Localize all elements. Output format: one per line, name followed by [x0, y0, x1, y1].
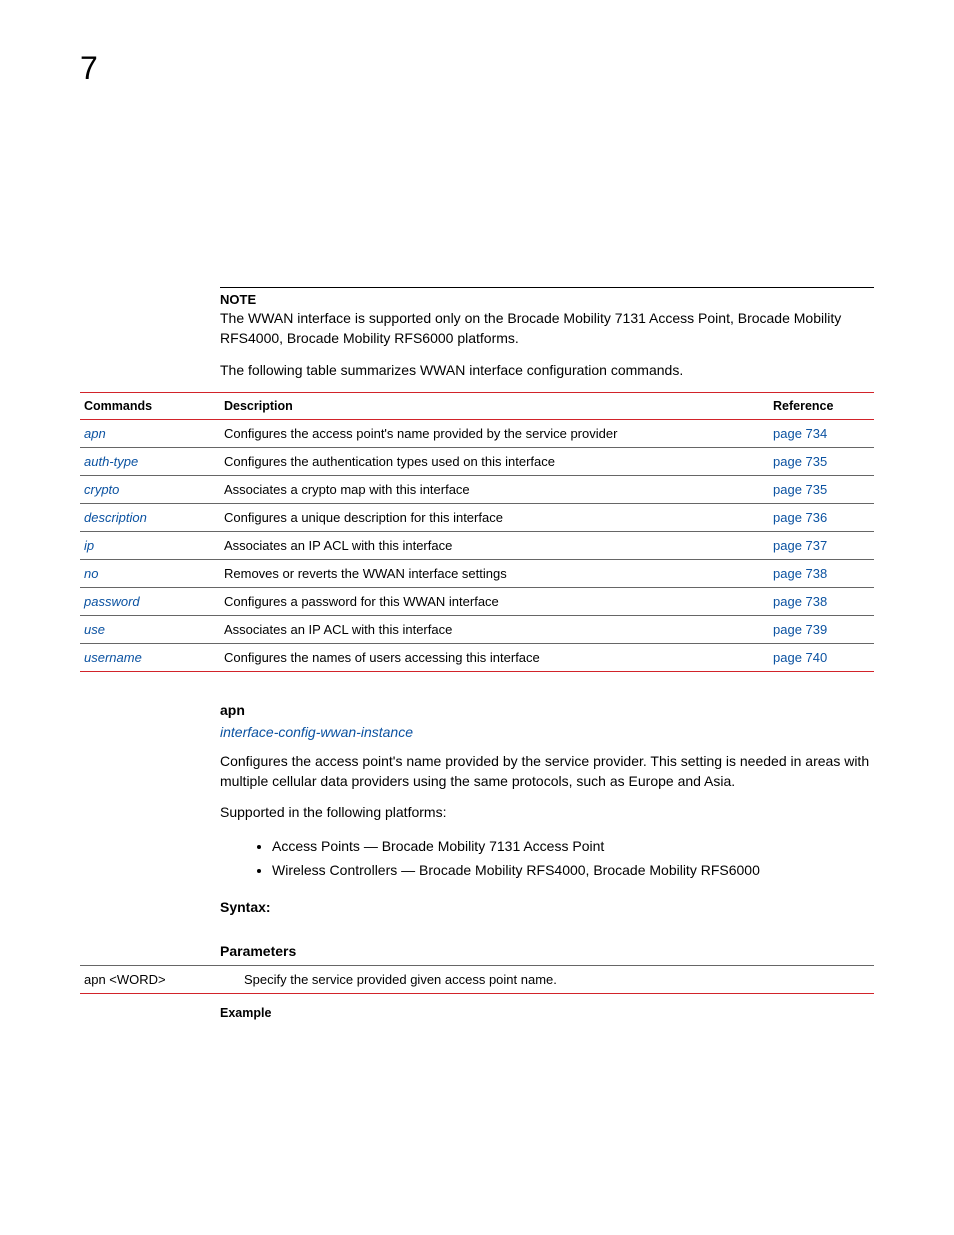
ref-link[interactable]: page 739 — [773, 622, 827, 637]
cmd-desc: Configures the authentication types used… — [220, 448, 769, 476]
ref-link[interactable]: page 734 — [773, 426, 827, 441]
cmd-link-apn[interactable]: apn — [84, 426, 106, 441]
list-item: Wireless Controllers — Brocade Mobility … — [272, 859, 874, 883]
apn-heading: apn — [220, 702, 874, 718]
ref-link[interactable]: page 740 — [773, 650, 827, 665]
th-commands: Commands — [80, 393, 220, 420]
table-row: apn <WORD> Specify the service provided … — [80, 965, 874, 993]
th-description: Description — [220, 393, 769, 420]
ref-link[interactable]: page 735 — [773, 482, 827, 497]
cmd-desc: Configures the names of users accessing … — [220, 644, 769, 672]
table-row: username Configures the names of users a… — [80, 644, 874, 672]
param-name: apn <WORD> — [80, 965, 240, 993]
note-rule — [220, 287, 874, 288]
ref-link[interactable]: page 738 — [773, 566, 827, 581]
cmd-link-username[interactable]: username — [84, 650, 142, 665]
supported-intro: Supported in the following platforms: — [220, 803, 874, 823]
table-row: password Configures a password for this … — [80, 588, 874, 616]
table-row: description Configures a unique descript… — [80, 504, 874, 532]
th-reference: Reference — [769, 393, 874, 420]
cmd-link-no[interactable]: no — [84, 566, 98, 581]
table-row: ip Associates an IP ACL with this interf… — [80, 532, 874, 560]
ref-link[interactable]: page 738 — [773, 594, 827, 609]
cmd-desc: Configures a password for this WWAN inte… — [220, 588, 769, 616]
ref-link[interactable]: page 736 — [773, 510, 827, 525]
parameters-table: apn <WORD> Specify the service provided … — [80, 965, 874, 994]
cmd-link-crypto[interactable]: crypto — [84, 482, 119, 497]
list-item: Access Points — Brocade Mobility 7131 Ac… — [272, 835, 874, 859]
cmd-desc: Associates an IP ACL with this interface — [220, 616, 769, 644]
apn-body: Configures the access point's name provi… — [220, 752, 874, 791]
table-row: no Removes or reverts the WWAN interface… — [80, 560, 874, 588]
note-label: NOTE — [220, 292, 874, 307]
cmd-desc: Configures a unique description for this… — [220, 504, 769, 532]
ref-link[interactable]: page 737 — [773, 538, 827, 553]
table-row: use Associates an IP ACL with this inter… — [80, 616, 874, 644]
example-heading: Example — [220, 1006, 874, 1020]
syntax-heading: Syntax: — [220, 899, 874, 915]
table-row: crypto Associates a crypto map with this… — [80, 476, 874, 504]
intro-text: The following table summarizes WWAN inte… — [220, 362, 874, 378]
cmd-desc: Removes or reverts the WWAN interface se… — [220, 560, 769, 588]
commands-table: Commands Description Reference apn Confi… — [80, 392, 874, 672]
param-desc: Specify the service provided given acces… — [240, 965, 874, 993]
cmd-desc: Associates an IP ACL with this interface — [220, 532, 769, 560]
cmd-desc: Associates a crypto map with this interf… — [220, 476, 769, 504]
table-row: auth-type Configures the authentication … — [80, 448, 874, 476]
cmd-link-description[interactable]: description — [84, 510, 147, 525]
table-row: apn Configures the access point's name p… — [80, 420, 874, 448]
platforms-list: Access Points — Brocade Mobility 7131 Ac… — [272, 835, 874, 883]
cmd-link-auth-type[interactable]: auth-type — [84, 454, 138, 469]
note-body: The WWAN interface is supported only on … — [220, 309, 874, 348]
interface-config-link[interactable]: interface-config-wwan-instance — [220, 724, 874, 740]
page-number: 7 — [80, 50, 874, 87]
cmd-link-use[interactable]: use — [84, 622, 105, 637]
cmd-link-password[interactable]: password — [84, 594, 140, 609]
ref-link[interactable]: page 735 — [773, 454, 827, 469]
cmd-link-ip[interactable]: ip — [84, 538, 94, 553]
parameters-heading: Parameters — [220, 943, 874, 959]
cmd-desc: Configures the access point's name provi… — [220, 420, 769, 448]
